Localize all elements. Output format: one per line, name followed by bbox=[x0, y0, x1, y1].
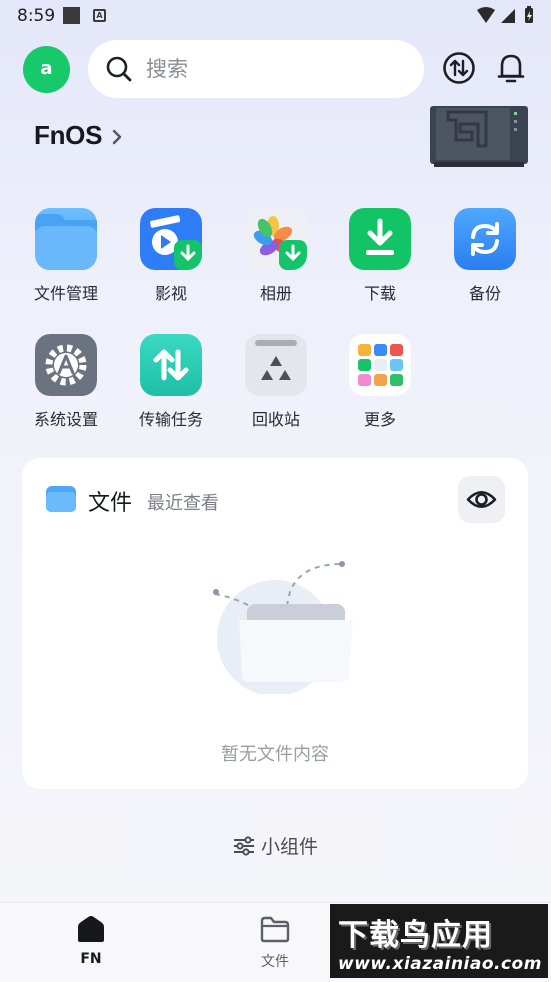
watermark-logo: 下载鸟应用 www.xiazainiao.com bbox=[330, 904, 548, 978]
more-apps-icon bbox=[349, 334, 411, 396]
device-name[interactable]: FnOS bbox=[34, 120, 102, 151]
app-label: 相册 bbox=[259, 284, 292, 303]
sliders-icon bbox=[233, 836, 254, 856]
notification-badge-icon: A bbox=[93, 9, 106, 22]
app-label: 文件管理 bbox=[33, 284, 98, 303]
app-label: 传输任务 bbox=[138, 410, 203, 429]
search-icon bbox=[106, 56, 132, 82]
recent-files-card: 文件 最近查看 暂无文件内容 bbox=[22, 458, 528, 789]
nav-tab-fn[interactable]: FN bbox=[46, 915, 136, 967]
status-icons bbox=[477, 6, 533, 23]
app-label: 回收站 bbox=[251, 410, 300, 429]
backup-icon bbox=[454, 208, 516, 270]
watermark-title: 下载鸟应用 bbox=[338, 918, 493, 953]
app-label: 更多 bbox=[363, 410, 396, 429]
app-download[interactable]: 下载 bbox=[332, 208, 428, 304]
app-label: 系统设置 bbox=[33, 410, 98, 429]
app-movies[interactable]: 影视 bbox=[123, 208, 219, 304]
nav-label: 文件 bbox=[261, 954, 289, 970]
widgets-label: 小组件 bbox=[260, 836, 318, 858]
empty-state-text: 暂无文件内容 bbox=[221, 744, 329, 765]
status-bar: 8:59 A bbox=[0, 0, 551, 32]
photos-icon bbox=[245, 208, 307, 270]
app-system-settings[interactable]: 系统设置 bbox=[18, 334, 114, 430]
transfer-task-icon bbox=[140, 334, 202, 396]
app-label: 下载 bbox=[363, 284, 396, 303]
eye-icon bbox=[466, 490, 497, 509]
nav-tab-files[interactable]: 文件 bbox=[230, 915, 320, 971]
search-input[interactable] bbox=[146, 54, 406, 84]
download-icon bbox=[349, 208, 411, 270]
app-photos[interactable]: 相册 bbox=[228, 208, 324, 304]
card-title: 文件 bbox=[88, 491, 133, 516]
card-subtitle: 最近查看 bbox=[147, 493, 219, 514]
nav-label: FN bbox=[80, 951, 102, 967]
folder-icon bbox=[46, 486, 76, 512]
recycle-bin-icon bbox=[245, 334, 307, 396]
bell-icon[interactable] bbox=[494, 51, 528, 85]
visibility-toggle-button[interactable] bbox=[458, 476, 505, 523]
folder-outline-icon bbox=[260, 916, 290, 943]
app-file-manager[interactable]: 文件管理 bbox=[18, 208, 114, 304]
notification-square-icon bbox=[63, 7, 80, 24]
user-avatar[interactable]: a bbox=[23, 46, 70, 93]
app-label: 备份 bbox=[468, 284, 501, 303]
search-bar[interactable] bbox=[88, 40, 424, 98]
watermark-url: www.xiazainiao.com bbox=[338, 954, 542, 974]
empty-folder-illustration bbox=[213, 561, 353, 694]
movie-icon bbox=[140, 208, 202, 270]
transfer-icon[interactable] bbox=[442, 51, 476, 85]
app-more[interactable]: 更多 bbox=[332, 334, 428, 430]
app-transfer-tasks[interactable]: 传输任务 bbox=[123, 334, 219, 430]
chevron-right-icon[interactable] bbox=[111, 128, 123, 146]
nas-device-image bbox=[430, 106, 528, 167]
status-time: 8:59 bbox=[17, 6, 56, 26]
settings-icon bbox=[35, 334, 97, 396]
folder-icon bbox=[35, 208, 97, 270]
home-icon bbox=[78, 916, 104, 942]
widgets-button[interactable]: 小组件 bbox=[0, 832, 551, 859]
app-backup[interactable]: 备份 bbox=[437, 208, 533, 304]
app-recycle-bin[interactable]: 回收站 bbox=[228, 334, 324, 430]
app-label: 影视 bbox=[154, 284, 187, 303]
